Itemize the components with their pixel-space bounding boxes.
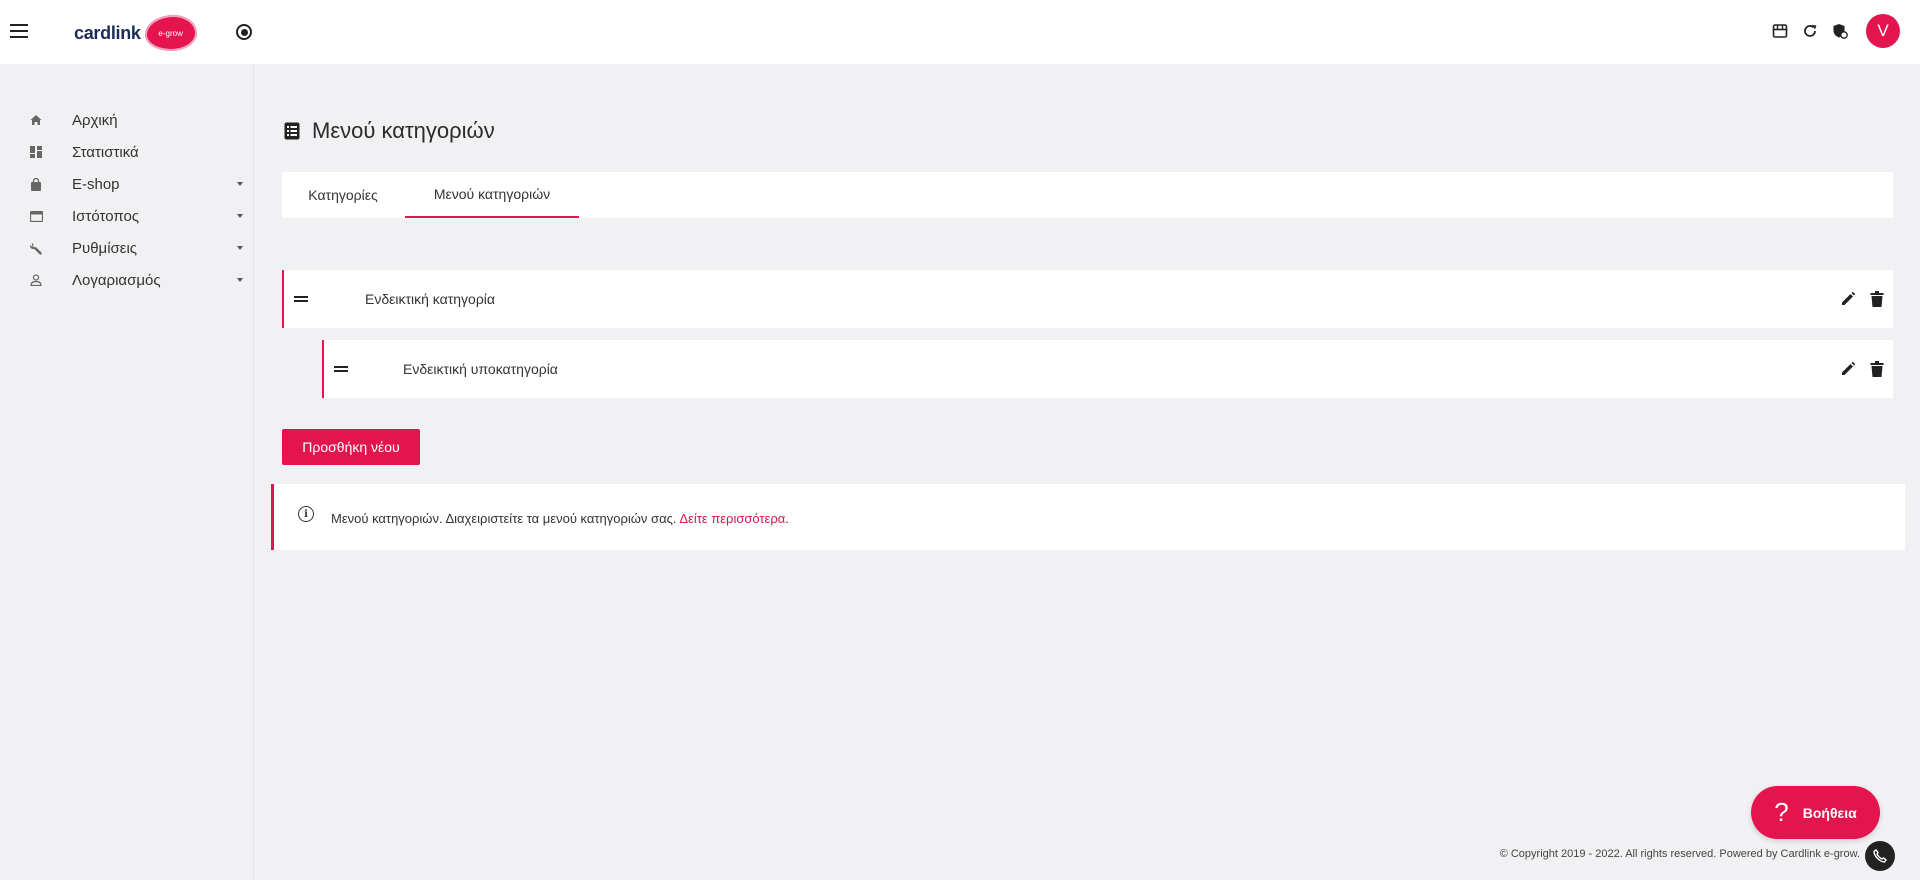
menu-item-row[interactable]: Ενδεικτική κατηγορία xyxy=(282,270,1893,328)
radio-button-icon[interactable] xyxy=(236,24,252,40)
info-suffix: . xyxy=(785,511,789,526)
info-message: Μενού κατηγοριών. Διαχειριστείτε τα μενο… xyxy=(331,511,677,526)
footer-copyright: © Copyright 2019 - 2022. All rights rese… xyxy=(1499,848,1860,860)
dashboard-icon xyxy=(29,145,43,159)
page-title: Μενού κατηγοριών xyxy=(284,118,495,144)
sidebar-item-website[interactable]: Ιστότοπος xyxy=(0,200,254,232)
drag-handle-icon[interactable] xyxy=(294,296,308,302)
sidebar-item-label: E-shop xyxy=(72,175,120,193)
store-icon[interactable] xyxy=(1772,23,1788,39)
menu-item-label: Ενδεικτική κατηγορία xyxy=(365,291,495,307)
sidebar-item-settings[interactable]: Ρυθμίσεις xyxy=(0,232,254,264)
chevron-down-icon xyxy=(237,182,243,186)
question-mark-icon: ? xyxy=(1774,797,1789,827)
website-icon xyxy=(29,209,43,223)
logo-text: cardlink xyxy=(74,22,141,43)
sidebar-item-label: Λογαριασμός xyxy=(72,271,161,289)
chevron-down-icon xyxy=(237,246,243,250)
menu-item-row[interactable]: Ενδεικτική υποκατηγορία xyxy=(322,340,1893,398)
refresh-icon[interactable] xyxy=(1802,23,1818,39)
tab-bar: Κατηγορίες Μενού κατηγοριών xyxy=(282,172,1893,218)
info-text: Μενού κατηγοριών. Διαχειριστείτε τα μενο… xyxy=(331,511,789,526)
edit-icon[interactable] xyxy=(1840,291,1856,307)
avatar[interactable]: V xyxy=(1866,14,1900,48)
logo[interactable]: cardlink e-grow xyxy=(74,14,197,52)
menu-icon[interactable] xyxy=(10,20,30,44)
top-bar: cardlink e-grow V xyxy=(0,0,1920,64)
chevron-down-icon xyxy=(237,278,243,282)
home-icon xyxy=(29,113,43,127)
sidebar-item-eshop[interactable]: E-shop xyxy=(0,168,254,200)
help-label: Βοήθεια xyxy=(1802,804,1857,821)
trash-icon[interactable] xyxy=(1870,291,1884,307)
sidebar-item-home[interactable]: Αρχική xyxy=(0,104,254,136)
tab-category-menu[interactable]: Μενού κατηγοριών xyxy=(405,172,579,218)
sidebar-item-label: Αρχική xyxy=(72,111,118,129)
page-title-text: Μενού κατηγοριών xyxy=(312,118,495,143)
add-new-button[interactable]: Προσθήκη νέου xyxy=(282,429,420,465)
sidebar-item-label: Ιστότοπος xyxy=(72,207,140,225)
sidebar-item-account[interactable]: Λογαριασμός xyxy=(0,264,254,296)
shopping-bag-icon xyxy=(29,177,43,191)
sidebar-item-label: Ρυθμίσεις xyxy=(72,239,138,257)
logo-badge: e-grow xyxy=(144,15,197,51)
tab-categories[interactable]: Κατηγορίες xyxy=(282,172,404,218)
shield-icon[interactable] xyxy=(1832,23,1848,39)
see-more-link[interactable]: Δείτε περισσότερα xyxy=(679,511,785,526)
phone-icon[interactable] xyxy=(1865,841,1895,871)
menu-item-label: Ενδεικτική υποκατηγορία xyxy=(403,361,558,377)
edit-icon[interactable] xyxy=(1840,361,1856,377)
wrench-icon xyxy=(29,241,43,255)
info-icon: i xyxy=(298,506,314,522)
list-alt-icon xyxy=(284,122,300,140)
sidebar-item-statistics[interactable]: Στατιστικά xyxy=(0,136,254,168)
sidebar: Αρχική Στατιστικά E-shop Ιστότοπος Ρυθμί… xyxy=(0,64,254,880)
user-icon xyxy=(29,273,43,287)
top-actions: V xyxy=(1772,14,1900,48)
drag-handle-icon[interactable] xyxy=(334,366,348,372)
sidebar-item-label: Στατιστικά xyxy=(72,143,139,161)
info-box: i Μενού κατηγοριών. Διαχειριστείτε τα με… xyxy=(271,484,1905,550)
trash-icon[interactable] xyxy=(1870,361,1884,377)
chevron-down-icon xyxy=(237,214,243,218)
help-button[interactable]: ? Βοήθεια xyxy=(1751,786,1880,839)
